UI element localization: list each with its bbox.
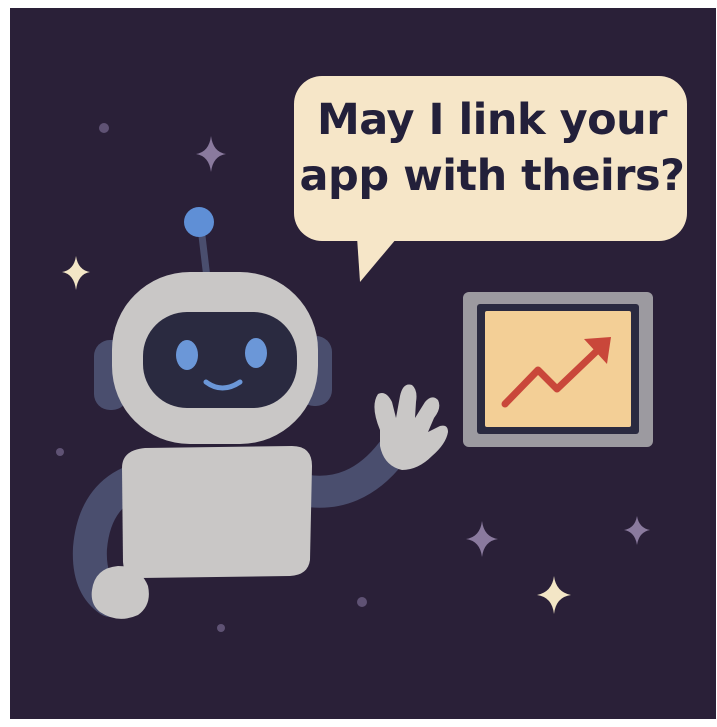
- speech-line-1: May I link your: [316, 95, 668, 145]
- speech-bubble-text: May I link your app with theirs?: [296, 92, 688, 204]
- trend-chart-icon: [463, 292, 653, 447]
- speech-line-2: app with theirs?: [299, 151, 685, 201]
